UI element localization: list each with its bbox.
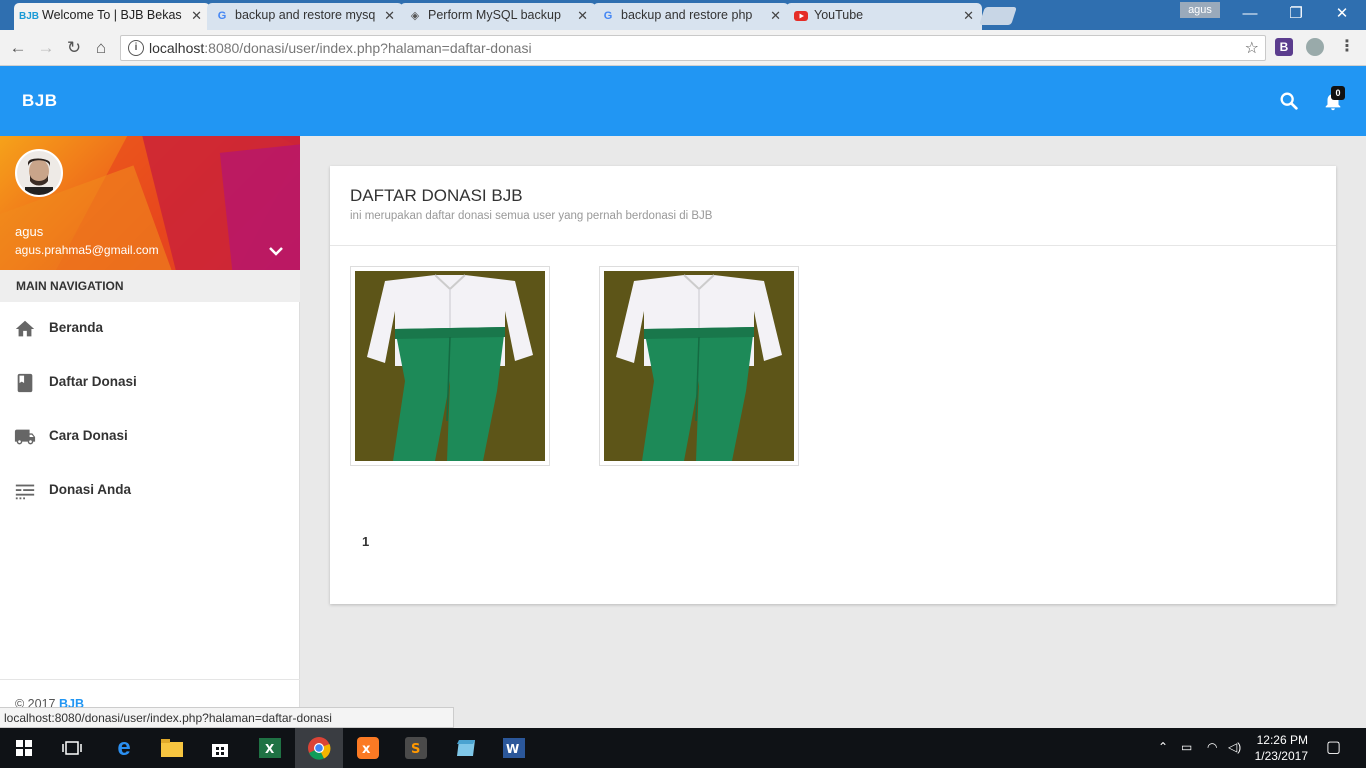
tab-title: YouTube xyxy=(814,8,864,22)
windows-taskbar: e X x S W ⌃ ▭ ◠ ◁) 12:26 PM 1/23/2017 ▢ xyxy=(0,728,1366,768)
extension-icon[interactable] xyxy=(1306,38,1324,56)
tab-close-icon[interactable]: ✕ xyxy=(384,3,395,28)
sidebar-item-beranda[interactable]: Beranda xyxy=(0,302,300,356)
svg-text:X: X xyxy=(265,742,275,756)
youtube-favicon-icon xyxy=(794,9,808,23)
school-uniform-photo xyxy=(604,271,794,461)
back-arrow-icon[interactable]: ← xyxy=(8,38,28,58)
minimize-icon[interactable]: — xyxy=(1230,4,1270,24)
nav-heading: MAIN NAVIGATION xyxy=(0,270,300,302)
tray-chevron-up-icon[interactable]: ⌃ xyxy=(1158,740,1168,754)
bjb-favicon-icon: BJB xyxy=(19,10,40,22)
sidebar-item-cara-donasi[interactable]: Cara Donasi xyxy=(0,410,300,464)
donation-item[interactable] xyxy=(350,266,550,466)
avatar[interactable] xyxy=(15,149,63,197)
address-url: localhost:8080/donasi/user/index.php?hal… xyxy=(149,40,532,56)
brand-logo[interactable]: BJB xyxy=(22,91,58,111)
search-icon[interactable] xyxy=(1278,90,1300,112)
sidebar-item-daftar-donasi[interactable]: Daftar Donasi xyxy=(0,356,300,410)
home-page-icon[interactable]: ⌂ xyxy=(91,38,111,58)
bookmark-star-icon[interactable]: ☆ xyxy=(1245,38,1259,58)
list-icon xyxy=(14,480,36,502)
home-icon xyxy=(14,318,36,340)
address-bar[interactable]: i localhost:8080/donasi/user/index.php?h… xyxy=(120,35,1266,61)
store-icon[interactable] xyxy=(196,728,244,768)
tab-title: backup and restore php xyxy=(621,8,753,22)
browser-tab-google-2[interactable]: G backup and restore php ✕ xyxy=(593,3,789,30)
wifi-icon[interactable]: ◠ xyxy=(1207,740,1217,754)
google-favicon-icon: G xyxy=(217,9,227,22)
svg-text:W: W xyxy=(506,742,519,756)
google-favicon-icon: G xyxy=(603,9,613,22)
restore-icon[interactable]: ❐ xyxy=(1276,4,1316,24)
chrome-icon[interactable] xyxy=(295,728,343,768)
user-name: agus xyxy=(15,224,44,239)
sublime-text-icon[interactable]: S xyxy=(392,728,440,768)
sidebar-item-label: Daftar Donasi xyxy=(49,374,137,389)
battery-icon[interactable]: ▭ xyxy=(1181,740,1192,754)
browser-tab-youtube[interactable]: YouTube ✕ xyxy=(786,3,982,30)
browser-tab-google-1[interactable]: G backup and restore mysql ✕ xyxy=(207,3,403,30)
sidebar-item-label: Beranda xyxy=(49,320,104,335)
xampp-icon[interactable]: x xyxy=(344,728,392,768)
chrome-menu-icon[interactable]: ⋮ xyxy=(1338,38,1356,56)
clock-time: 12:26 PM xyxy=(1256,733,1308,747)
edge-browser-icon[interactable]: e xyxy=(100,728,148,768)
excel-icon[interactable]: X xyxy=(246,728,294,768)
close-window-icon[interactable]: ✕ xyxy=(1322,4,1362,24)
file-explorer-icon[interactable] xyxy=(148,728,196,768)
browser-tab-mysql[interactable]: ◈ Perform MySQL backup ✕ xyxy=(400,3,596,30)
tab-close-icon[interactable]: ✕ xyxy=(963,3,974,28)
truck-icon xyxy=(14,426,36,448)
app-header: BJB xyxy=(0,66,1366,136)
sidebar-item-donasi-anda[interactable]: Donasi Anda xyxy=(0,464,300,518)
tab-title: Perform MySQL backup xyxy=(428,8,561,22)
windows-start-icon[interactable] xyxy=(0,728,48,768)
tab-close-icon[interactable]: ✕ xyxy=(191,3,202,28)
browser-tab-strip: BJB Welcome To | BJB Bekas ✕ G backup an… xyxy=(0,0,1366,30)
word-icon[interactable]: W xyxy=(490,728,538,768)
pagination-page-1[interactable]: 1 xyxy=(362,534,369,549)
sidebar-item-label: Donasi Anda xyxy=(49,482,132,497)
volume-icon[interactable]: ◁) xyxy=(1228,740,1241,754)
donation-list-card: DAFTAR DONASI BJB ini merupakan daftar d… xyxy=(330,166,1336,604)
tab-close-icon[interactable]: ✕ xyxy=(770,3,781,28)
svg-text:S: S xyxy=(411,742,420,757)
tab-title: Welcome To | BJB Bekas xyxy=(42,8,182,22)
action-center-icon[interactable]: ▢ xyxy=(1326,737,1341,757)
new-tab-button[interactable] xyxy=(979,7,1017,25)
notification-badge: 0 xyxy=(1331,86,1345,100)
browser-profile-button[interactable]: agus xyxy=(1180,2,1220,18)
svg-text:x: x xyxy=(362,742,371,757)
clock-date: 1/23/2017 xyxy=(1254,749,1308,763)
user-email: agus.prahma5@gmail.com xyxy=(15,243,159,257)
sidebar-item-label: Cara Donasi xyxy=(49,428,128,443)
task-view-icon[interactable] xyxy=(48,728,96,768)
browser-toolbar: ← → ↻ ⌂ i localhost:8080/donasi/user/ind… xyxy=(0,30,1366,66)
user-panel: agus agus.prahma5@gmail.com xyxy=(0,136,300,270)
divider xyxy=(330,245,1336,246)
page-subtitle: ini merupakan daftar donasi semua user y… xyxy=(350,210,713,222)
sidebar: agus agus.prahma5@gmail.com MAIN NAVIGAT… xyxy=(0,136,300,728)
diamond-favicon-icon: ◈ xyxy=(410,9,420,22)
notepad-icon[interactable] xyxy=(442,728,490,768)
site-info-icon[interactable]: i xyxy=(128,40,144,56)
taskbar-clock[interactable]: 12:26 PM 1/23/2017 xyxy=(1246,732,1308,764)
bootstrap-extension-icon[interactable]: B xyxy=(1275,38,1293,56)
book-icon xyxy=(14,372,36,394)
donation-item[interactable] xyxy=(599,266,799,466)
status-bubble-url: localhost:8080/donasi/user/index.php?hal… xyxy=(0,707,454,728)
tab-title: backup and restore mysql xyxy=(235,8,375,22)
browser-tab-bjb[interactable]: BJB Welcome To | BJB Bekas ✕ xyxy=(14,3,210,30)
page-title: DAFTAR DONASI BJB xyxy=(350,186,523,205)
chevron-down-icon[interactable] xyxy=(267,244,285,258)
tab-close-icon[interactable]: ✕ xyxy=(577,3,588,28)
forward-arrow-icon[interactable]: → xyxy=(36,38,56,58)
school-uniform-photo xyxy=(355,271,545,461)
reload-icon[interactable]: ↻ xyxy=(64,38,84,58)
